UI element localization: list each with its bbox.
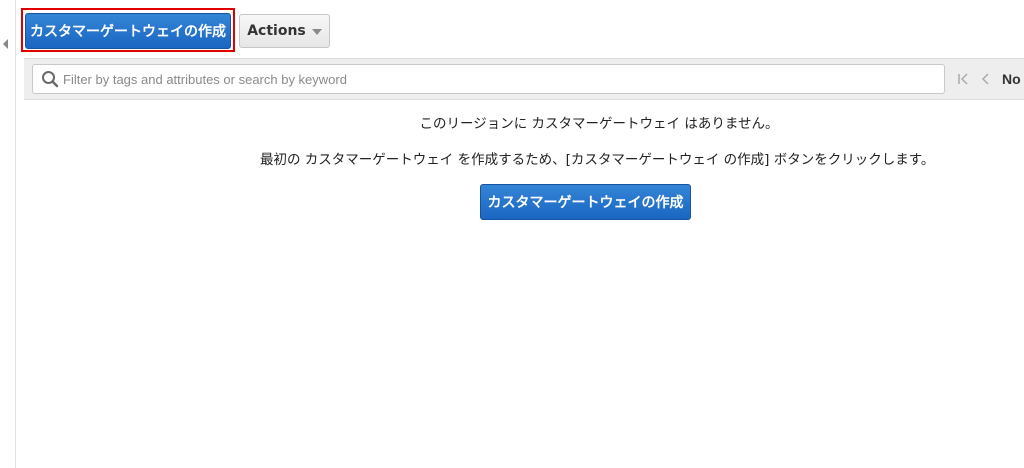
search-box[interactable] [32, 64, 945, 94]
prev-page-icon[interactable] [980, 71, 992, 87]
actions-dropdown-button[interactable]: Actions [239, 14, 330, 48]
search-icon [39, 68, 61, 90]
filter-toolbar: No [24, 58, 1024, 100]
pagination-text: No [1002, 71, 1021, 87]
actions-label: Actions [247, 23, 306, 39]
search-input[interactable] [61, 65, 944, 93]
pagination: No [956, 59, 1021, 99]
empty-state-message: このリージョンに カスタマーゲートウェイ はありません。 [419, 116, 779, 132]
chevron-down-icon [311, 29, 322, 35]
collapse-left-icon[interactable] [3, 39, 8, 49]
empty-state-instruction: 最初の カスタマーゲートウェイ を作成するため、[カスタマーゲートウェイ の作成… [260, 152, 935, 168]
create-customer-gateway-button-center[interactable]: カスタマーゲートウェイの作成 [480, 184, 691, 220]
create-customer-gateway-button[interactable]: カスタマーゲートウェイの作成 [25, 13, 231, 49]
first-page-icon[interactable] [956, 71, 970, 87]
left-nav-rail [0, 0, 16, 468]
